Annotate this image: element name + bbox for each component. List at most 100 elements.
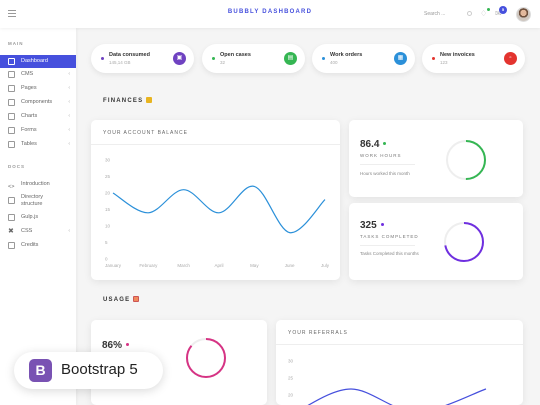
bootstrap-label: Bootstrap 5 <box>61 361 138 378</box>
stat-note: Hours worked this month <box>360 171 410 176</box>
chevron-left-icon: ‹ <box>68 228 70 234</box>
home-icon <box>8 58 15 65</box>
sidebar-item-label: Components <box>21 99 53 105</box>
sidebar-item-label: Dashboard <box>21 58 48 64</box>
x-tick-label: April <box>214 263 223 268</box>
money-bag-icon <box>146 97 153 103</box>
usage-percent-value: 86% <box>102 340 130 351</box>
status-dot <box>322 57 325 60</box>
tasks-completed-value: 325 <box>360 220 384 231</box>
sidebar-item-introduction[interactable]: <> Introduction <box>0 178 76 191</box>
stat-value: 32 <box>220 60 226 65</box>
chevron-left-icon: ‹ <box>68 85 70 91</box>
stat-title: New invoices <box>440 52 475 58</box>
css-icon: ✖ <box>8 228 14 235</box>
x-tick-label: July <box>321 263 330 268</box>
database-icon: ▣ <box>173 52 186 65</box>
x-tick-label: June <box>285 263 295 268</box>
chevron-left-icon: ‹ <box>68 113 70 119</box>
clipboard-icon: ▦ <box>394 52 407 65</box>
section-title-text: USAGE <box>103 297 131 303</box>
sidebar-item-label: Directory structure <box>21 194 44 207</box>
bell-icon[interactable]: ♢ <box>480 8 490 18</box>
sidebar-item-css[interactable]: ✖ CSS ‹ <box>0 225 76 238</box>
pages-icon <box>8 85 15 92</box>
forms-icon <box>8 127 15 134</box>
sidebar-item-tables[interactable]: Tables ‹ <box>0 138 76 151</box>
referrals-series-line <box>307 388 487 405</box>
stat-note: Tasks Completed this months <box>360 251 419 256</box>
status-dot <box>432 57 435 60</box>
sidebar-item-components[interactable]: Components ‹ <box>0 96 76 109</box>
sidebar-item-label: CMS <box>21 71 34 77</box>
credits-icon <box>8 242 15 249</box>
chart-emoji-icon <box>133 296 140 302</box>
divider <box>360 164 415 165</box>
y-tick-label: 15 <box>105 207 111 212</box>
stat-card-new-invoices[interactable]: New invoices 123 ▫ <box>422 44 525 73</box>
x-tick-label: January <box>105 263 122 268</box>
receipt-icon: ▫ <box>504 52 517 65</box>
x-tick-label: March <box>177 263 190 268</box>
stat-card-open-cases[interactable]: Open cases 32 ▤ <box>202 44 305 73</box>
sidebar-item-pages[interactable]: Pages ‹ <box>0 82 76 95</box>
section-title-usage: USAGE <box>103 296 140 303</box>
chevron-left-icon: ‹ <box>68 127 70 133</box>
status-dot <box>380 223 384 226</box>
sidebar-item-gulp[interactable]: Gulp.js <box>0 211 76 224</box>
stat-number: 86.4 <box>360 139 380 150</box>
components-icon <box>8 99 15 106</box>
sidebar: MAIN Dashboard CMS ‹ Pages ‹ Components … <box>0 28 76 405</box>
x-tick-label: May <box>250 263 259 268</box>
bootstrap-badge[interactable]: B Bootstrap 5 <box>14 352 163 389</box>
sidebar-item-label: Gulp.js <box>21 214 39 220</box>
file-icon: ▤ <box>284 52 297 65</box>
work-hours-gauge <box>446 140 486 180</box>
gulp-icon <box>8 214 15 221</box>
sidebar-item-dashboard[interactable]: Dashboard <box>0 55 76 68</box>
cms-icon <box>8 71 15 78</box>
stat-card-data-consumed[interactable]: Data consumed 145,14 GB ▣ <box>91 44 194 73</box>
status-dot <box>101 57 104 60</box>
stat-label: WORK HOURS <box>360 153 402 158</box>
sidebar-item-charts[interactable]: Charts ‹ <box>0 110 76 123</box>
stat-title: Data consumed <box>109 52 150 58</box>
y-tick-label: 25 <box>105 174 111 179</box>
sidebar-item-cms[interactable]: CMS ‹ <box>0 68 76 81</box>
y-tick-label: 5 <box>105 240 108 245</box>
stat-value: 145,14 GB <box>109 60 131 65</box>
stat-value: 123 <box>440 60 448 65</box>
work-hours-value: 86.4 <box>360 139 387 150</box>
notification-badge: 5 <box>499 6 507 14</box>
bootstrap-logo-icon: B <box>29 359 52 382</box>
avatar[interactable] <box>516 7 531 22</box>
y-tick-label: 30 <box>105 158 111 163</box>
stat-value: 400 <box>330 60 338 65</box>
charts-icon <box>8 113 15 120</box>
chevron-left-icon: ‹ <box>68 141 70 147</box>
search-placeholder: Search ... <box>424 11 446 17</box>
account-balance-card: YOUR ACCOUNT BALANCE 0 5 10 15 20 25 30 January… <box>91 120 340 280</box>
y-tick-label: 20 <box>288 393 294 398</box>
sidebar-heading-docs: DOCS <box>8 164 26 169</box>
y-tick-label: 20 <box>105 191 111 196</box>
tasks-gauge <box>444 222 484 262</box>
sidebar-item-forms[interactable]: Forms ‹ <box>0 124 76 137</box>
stat-card-work-orders[interactable]: Work orders 400 ▦ <box>312 44 415 73</box>
section-title-text: FINANCES <box>103 98 144 104</box>
sidebar-item-credits[interactable]: Credits <box>0 239 76 252</box>
y-tick-label: 30 <box>288 359 294 364</box>
search-icon <box>467 11 472 16</box>
sidebar-heading-main: MAIN <box>8 41 24 46</box>
sidebar-item-label: Forms <box>21 127 37 133</box>
chevron-left-icon: ‹ <box>68 99 70 105</box>
referrals-line-chart: 30 25 20 <box>288 359 487 405</box>
section-title-finances: FINANCES <box>103 97 153 104</box>
topbar: BUBBLY DASHBOARD Search ... ♢ ✉ 5 <box>0 0 540 28</box>
sidebar-item-directory-structure[interactable]: Directory structure <box>0 192 76 210</box>
work-hours-card: 86.4 WORK HOURS Hours worked this month <box>349 120 523 197</box>
balance-line-chart: 0 5 10 15 20 25 30 January February March April May… <box>105 158 330 269</box>
status-dot <box>126 343 130 346</box>
search-input[interactable]: Search ... <box>424 8 472 20</box>
sidebar-item-label: Introduction <box>21 181 50 187</box>
